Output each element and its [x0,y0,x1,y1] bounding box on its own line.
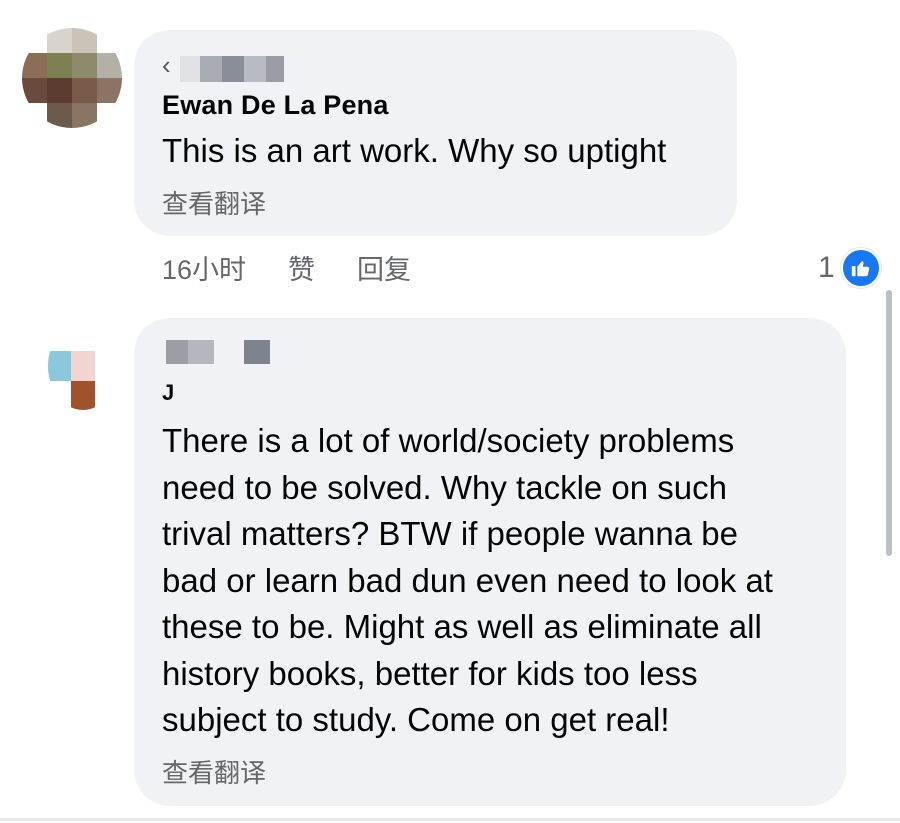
blurred-name [180,56,284,82]
reaction-summary[interactable]: 1 [818,248,881,288]
see-translation-link[interactable]: 查看翻译 [162,184,266,221]
scrollbar[interactable] [886,290,892,556]
tag-icon: ‹ [162,50,171,80]
comment-text: This is an art work. Why so uptight [162,132,667,169]
like-button[interactable]: 赞 [288,248,315,287]
reaction-count: 1 [818,251,835,284]
comment-thread: ‹ Ewan De La Pena This is an art work. W… [0,0,900,823]
reply-button[interactable]: 回复 [357,248,411,287]
blurred-name [166,340,270,364]
divider [0,818,900,821]
comment-text: There is a lot of world/society problems… [162,422,773,738]
thumbs-up-icon [840,248,881,288]
comment-actions: 16小时 赞 回复 [162,248,411,287]
avatar[interactable] [22,28,122,128]
see-translation-link[interactable]: 查看翻译 [162,753,266,790]
comment-author[interactable]: Ewan De La Pena [162,90,389,121]
timestamp[interactable]: 16小时 [162,248,246,287]
comment-author[interactable]: J [162,380,174,406]
avatar[interactable] [48,322,118,410]
